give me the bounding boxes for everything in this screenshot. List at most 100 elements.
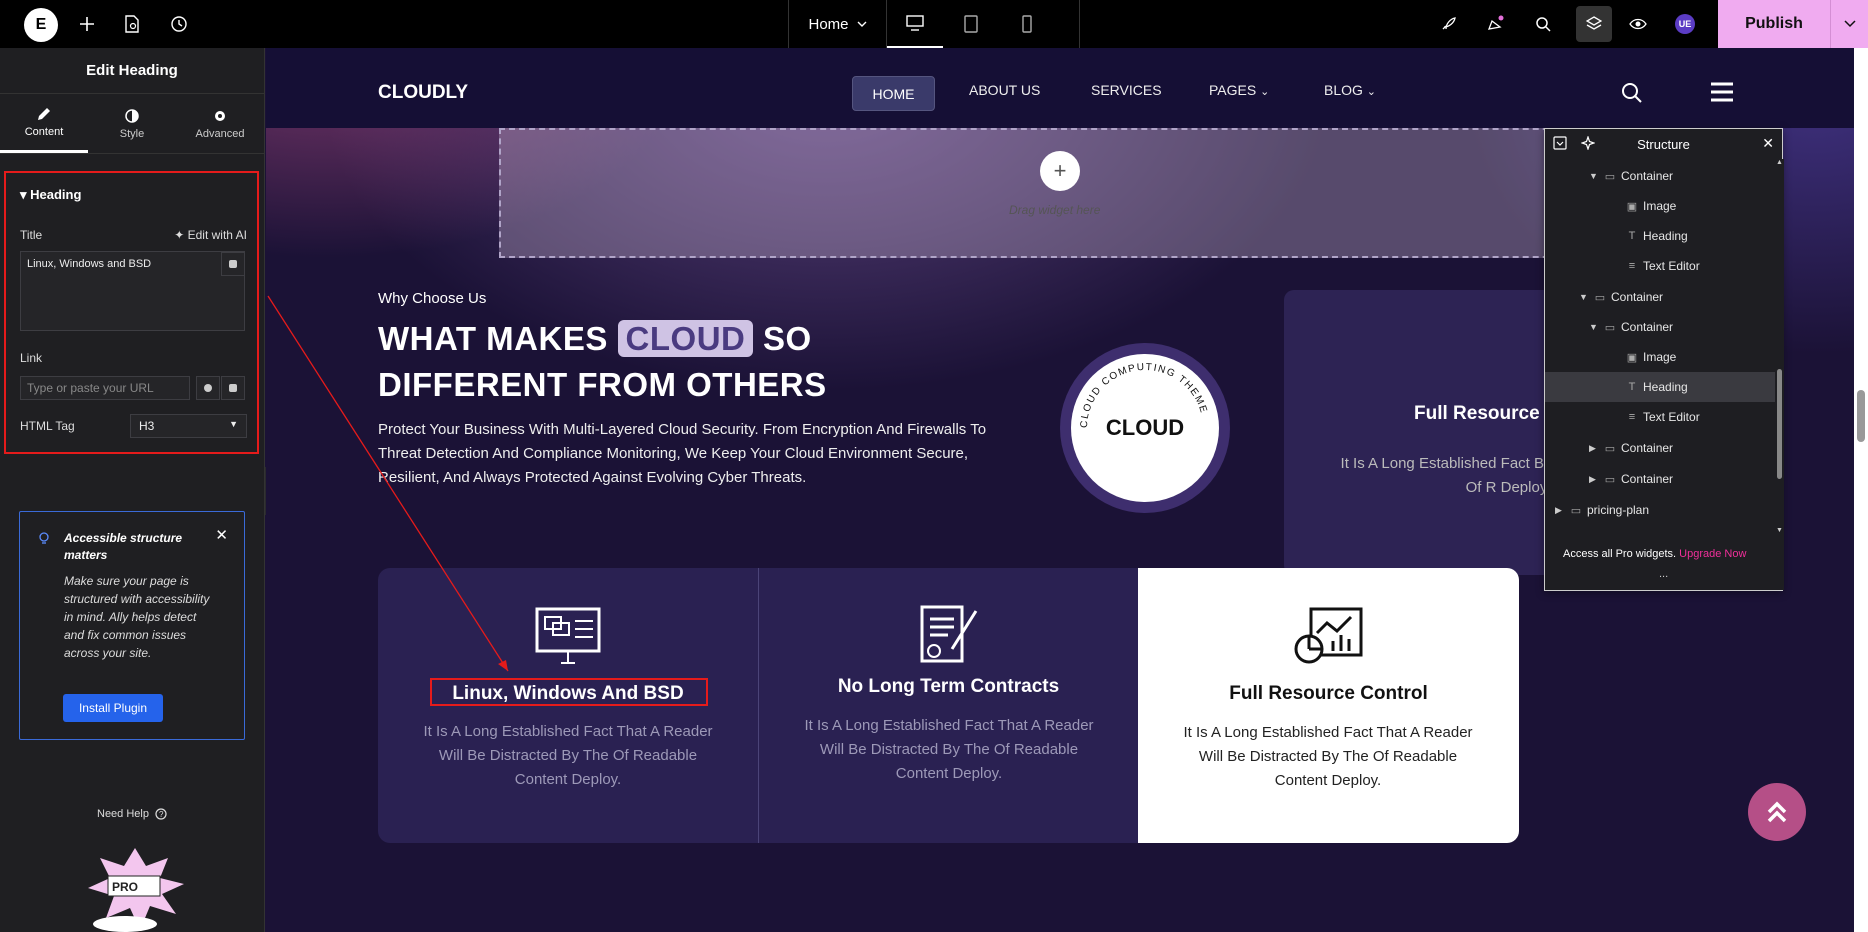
structure-row[interactable]: ▼ ▭ Container: [1545, 161, 1775, 191]
caret-down-icon: ▼: [229, 419, 238, 429]
scroll-down-icon[interactable]: ▼: [1776, 527, 1783, 534]
nav-blog[interactable]: BLOG ⌄: [1324, 82, 1376, 98]
svg-text:?: ?: [159, 810, 164, 819]
structure-row[interactable]: ▶ ▭ Container: [1545, 464, 1775, 494]
preview-eye-icon[interactable]: [1626, 12, 1650, 36]
install-plugin-button[interactable]: Install Plugin: [63, 694, 163, 722]
structure-row[interactable]: T Heading: [1545, 221, 1775, 251]
nav-about-us[interactable]: ABOUT US: [969, 82, 1040, 98]
caret-down-icon[interactable]: ▼: [1579, 292, 1589, 302]
elementor-logo[interactable]: E: [24, 8, 58, 42]
feature-card[interactable]: Full Resource Control It Is A Long Estab…: [1138, 568, 1519, 843]
add-icon[interactable]: [75, 12, 99, 36]
close-icon[interactable]: ✕: [1762, 135, 1774, 152]
nav-services[interactable]: SERVICES: [1091, 82, 1162, 98]
section-title-highlight: CLOUD: [617, 320, 754, 357]
history-icon[interactable]: [167, 12, 191, 36]
structure-scrollbar[interactable]: ▲ ▼: [1775, 159, 1784, 534]
mobile-icon: [1022, 15, 1032, 33]
structure-row[interactable]: ▶ ▭ pricing-plan: [1545, 495, 1775, 525]
user-avatar[interactable]: UE: [1675, 14, 1695, 34]
drag-widget-hint: Drag widget here: [1009, 203, 1101, 217]
structure-row[interactable]: ≡ Text Editor: [1545, 402, 1775, 432]
caret-down-icon[interactable]: ▼: [1589, 322, 1599, 332]
pro-widgets-text: Access all Pro widgets.: [1563, 548, 1677, 560]
structure-scroll-thumb[interactable]: [1777, 369, 1782, 479]
site-search-icon[interactable]: [1621, 82, 1643, 104]
page-settings-icon[interactable]: [120, 12, 144, 36]
caret-right-icon[interactable]: ▶: [1589, 443, 1599, 454]
tablet-view-button[interactable]: [943, 0, 999, 48]
structure-row[interactable]: ▣ Image: [1545, 342, 1775, 372]
more-options-icon[interactable]: ...: [1659, 568, 1668, 580]
link-label: Link: [20, 351, 43, 365]
chevron-down-icon: [857, 21, 866, 27]
heading-section-title: Heading: [30, 187, 82, 202]
database-icon: [229, 260, 237, 268]
structure-panel-header: Structure ✕: [1545, 129, 1782, 159]
heading-section: ▾ Heading Title ✦ Edit with AI Linux, Wi…: [4, 171, 259, 454]
search-icon[interactable]: [1531, 12, 1555, 36]
rocket-icon[interactable]: [1436, 12, 1460, 36]
chevron-down-icon: ⌄: [1260, 86, 1270, 98]
page-scrollbar[interactable]: [1854, 48, 1868, 932]
publish-button[interactable]: Publish: [1718, 0, 1830, 48]
structure-row[interactable]: ▼ ▭ Container: [1545, 282, 1775, 312]
notifications-icon[interactable]: [1483, 12, 1507, 36]
empty-drop-zone[interactable]: [499, 128, 1619, 258]
publish-options-button[interactable]: [1830, 0, 1868, 48]
link-dynamic-button[interactable]: [221, 376, 245, 400]
center-toolbar: Home: [788, 0, 1080, 48]
container-icon: ▭: [1604, 442, 1616, 455]
page-scroll-thumb[interactable]: [1857, 390, 1865, 442]
container-icon: ▭: [1604, 170, 1616, 183]
section-description: Protect Your Business With Multi-Layered…: [378, 421, 987, 486]
link-options-button[interactable]: [196, 376, 220, 400]
link-input[interactable]: Type or paste your URL: [20, 376, 190, 400]
caret-right-icon[interactable]: ▶: [1589, 474, 1599, 485]
scroll-up-icon[interactable]: ▲: [1776, 159, 1783, 166]
add-widget-button[interactable]: +: [1040, 151, 1080, 191]
html-tag-select[interactable]: H3 ▼: [130, 414, 247, 438]
tab-advanced[interactable]: Advanced: [176, 94, 264, 153]
upgrade-now-link[interactable]: Upgrade Now: [1679, 548, 1746, 560]
title-textarea[interactable]: Linux, Windows and BSD: [20, 251, 245, 331]
caret-right-icon[interactable]: ▶: [1555, 505, 1565, 516]
desktop-view-button[interactable]: [887, 0, 943, 48]
tab-content[interactable]: Content: [0, 94, 88, 153]
collapse-all-icon[interactable]: [1553, 136, 1567, 150]
desktop-monitor-icon: [533, 606, 603, 666]
svg-text:CLOUD COMPUTING THEME: CLOUD COMPUTING THEME: [1079, 362, 1209, 428]
hamburger-menu-icon[interactable]: [1710, 82, 1734, 102]
tab-style-label: Style: [119, 127, 145, 140]
structure-row[interactable]: T Heading: [1545, 372, 1775, 402]
structure-row-label: Container: [1621, 169, 1674, 183]
heading-section-toggle[interactable]: ▾ Heading: [20, 187, 81, 203]
mobile-view-button[interactable]: [999, 0, 1055, 48]
scroll-to-top-button[interactable]: [1748, 783, 1806, 841]
nav-home[interactable]: HOME: [852, 76, 935, 111]
heading-icon: T: [1628, 381, 1636, 393]
caret-down-icon[interactable]: ▼: [1589, 171, 1599, 181]
tab-style[interactable]: Style: [88, 94, 176, 153]
container-icon: ▭: [1594, 291, 1606, 304]
structure-row[interactable]: ▶ ▭ Container: [1545, 433, 1775, 463]
structure-row[interactable]: ≡ Text Editor: [1545, 251, 1775, 281]
ai-sparkle-icon[interactable]: [1581, 136, 1595, 150]
structure-row-label: Image: [1643, 350, 1677, 364]
desktop-icon: [906, 15, 924, 31]
need-help-link[interactable]: Need Help ?: [97, 808, 167, 820]
feature-card[interactable]: No Long Term Contracts It Is A Long Esta…: [758, 568, 1138, 843]
nav-pages[interactable]: PAGES ⌄: [1209, 82, 1269, 98]
structure-row[interactable]: ▼ ▭ Container: [1545, 312, 1775, 342]
site-brand[interactable]: CLOUDLY: [378, 82, 468, 104]
structure-row[interactable]: ▣ Image: [1545, 191, 1775, 221]
dynamic-tags-button[interactable]: [221, 252, 245, 276]
structure-panel: Structure ✕ ▼ ▭ Container ▣ Image T Heading ≡ Te…: [1544, 128, 1784, 591]
page-selector[interactable]: Home: [789, 0, 887, 48]
close-icon[interactable]: ✕: [215, 526, 228, 544]
feature-card-text: It Is A Long Established Fact That A Rea…: [804, 717, 1094, 782]
structure-layers-button[interactable]: [1576, 6, 1612, 42]
feature-card[interactable]: Linux, Windows And BSD It Is A Long Esta…: [378, 568, 758, 843]
edit-with-ai-button[interactable]: ✦ Edit with AI: [174, 228, 247, 242]
